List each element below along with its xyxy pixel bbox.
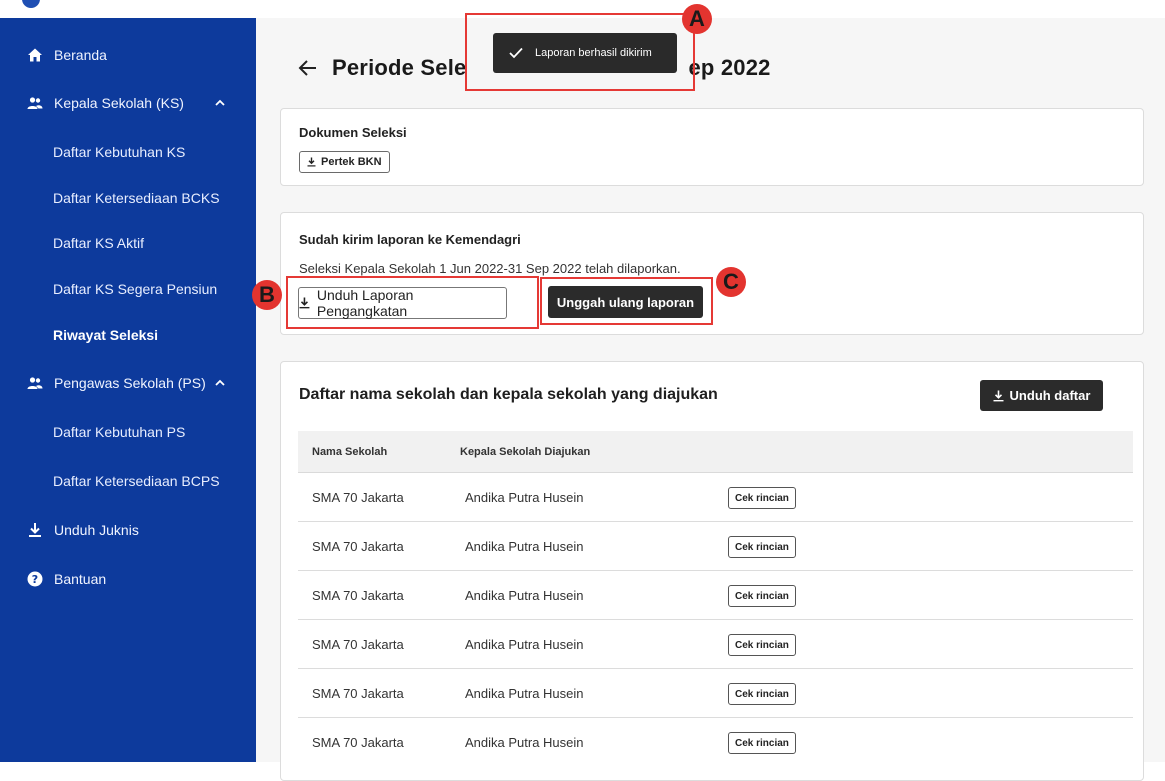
chevron-up-icon[interactable] bbox=[214, 97, 226, 109]
cek-rincian-button[interactable]: Cek rincian bbox=[728, 536, 796, 558]
help-icon: ? bbox=[27, 571, 43, 587]
button-label: Unduh daftar bbox=[1009, 388, 1091, 403]
annotation-box-a bbox=[465, 13, 695, 91]
school-name: SMA 70 Jakarta bbox=[312, 735, 404, 750]
table-row: SMA 70 Jakarta Andika Putra Husein Cek r… bbox=[298, 571, 1133, 620]
cek-rincian-button[interactable]: Cek rincian bbox=[728, 487, 796, 509]
sidebar-sub-item[interactable]: Daftar KS Segera Pensiun bbox=[53, 281, 217, 297]
unduh-daftar-button[interactable]: Unduh daftar bbox=[980, 380, 1103, 411]
head-name: Andika Putra Husein bbox=[465, 539, 584, 554]
table-row: SMA 70 Jakarta Andika Putra Husein Cek r… bbox=[298, 718, 1133, 762]
section-title: Daftar nama sekolah dan kepala sekolah y… bbox=[299, 386, 718, 403]
school-name: SMA 70 Jakarta bbox=[312, 686, 404, 701]
annotation-badge-a: A bbox=[682, 4, 712, 34]
head-name: Andika Putra Husein bbox=[465, 588, 584, 603]
table-row: SMA 70 Jakarta Andika Putra Husein Cek r… bbox=[298, 522, 1133, 571]
head-name: Andika Putra Husein bbox=[465, 490, 584, 505]
sidebar-item-beranda[interactable]: Beranda bbox=[0, 45, 256, 65]
sidebar-sub-item[interactable]: Daftar Kebutuhan KS bbox=[53, 144, 185, 160]
button-label: Pertek BKN bbox=[321, 156, 382, 168]
download-icon bbox=[993, 390, 1004, 401]
annotation-badge-b: B bbox=[252, 280, 282, 310]
sidebar-sub-item[interactable]: Daftar KS Aktif bbox=[53, 235, 144, 251]
sidebar-item-bantuan[interactable]: ? Bantuan bbox=[0, 569, 256, 589]
app-logo bbox=[22, 0, 40, 8]
column-header: Nama Sekolah bbox=[312, 446, 388, 458]
sidebar-sub-item[interactable]: Daftar Ketersediaan BCKS bbox=[53, 190, 220, 206]
download-icon bbox=[27, 522, 43, 538]
school-name: SMA 70 Jakarta bbox=[312, 539, 404, 554]
annotation-box-c bbox=[540, 277, 713, 325]
cek-rincian-button[interactable]: Cek rincian bbox=[728, 683, 796, 705]
school-name: SMA 70 Jakarta bbox=[312, 637, 404, 652]
download-icon bbox=[307, 157, 316, 167]
sidebar-item-label: Beranda bbox=[54, 47, 107, 63]
cek-rincian-button[interactable]: Cek rincian bbox=[728, 585, 796, 607]
cek-rincian-button[interactable]: Cek rincian bbox=[728, 732, 796, 754]
head-name: Andika Putra Husein bbox=[465, 686, 584, 701]
pertek-bkn-button[interactable]: Pertek BKN bbox=[299, 151, 390, 173]
chevron-up-icon[interactable] bbox=[214, 377, 226, 389]
table-row: SMA 70 Jakarta Andika Putra Husein Cek r… bbox=[298, 669, 1133, 718]
column-header: Kepala Sekolah Diajukan bbox=[460, 446, 591, 458]
card-title: Sudah kirim laporan ke Kemendagri bbox=[299, 232, 521, 247]
svg-text:?: ? bbox=[32, 573, 38, 586]
sidebar-item-label: Kepala Sekolah (KS) bbox=[54, 95, 184, 111]
head-name: Andika Putra Husein bbox=[465, 735, 584, 750]
card-title: Dokumen Seleksi bbox=[299, 125, 407, 140]
sidebar-item-pengawas-sekolah[interactable]: Pengawas Sekolah (PS) bbox=[0, 373, 256, 393]
annotation-badge-c: C bbox=[716, 267, 746, 297]
people-icon bbox=[27, 375, 43, 391]
cek-rincian-button[interactable]: Cek rincian bbox=[728, 634, 796, 656]
sidebar-sub-item[interactable]: Daftar Kebutuhan PS bbox=[53, 424, 185, 440]
table-header: Nama Sekolah Kepala Sekolah Diajukan bbox=[298, 431, 1133, 473]
people-icon bbox=[27, 95, 43, 111]
table-row: SMA 70 Jakarta Andika Putra Husein Cek r… bbox=[298, 620, 1133, 669]
sidebar-item-unduh-juknis[interactable]: Unduh Juknis bbox=[0, 520, 256, 540]
school-name: SMA 70 Jakarta bbox=[312, 490, 404, 505]
sidebar-item-kepala-sekolah[interactable]: Kepala Sekolah (KS) bbox=[0, 93, 256, 113]
sidebar-item-label: Bantuan bbox=[54, 571, 107, 587]
back-arrow-icon[interactable] bbox=[296, 56, 320, 80]
annotation-box-b bbox=[286, 276, 539, 329]
dokumen-seleksi-card bbox=[280, 108, 1144, 186]
sidebar-item-label: Pengawas Sekolah (PS) bbox=[54, 375, 206, 391]
home-icon bbox=[27, 47, 43, 63]
school-name: SMA 70 Jakarta bbox=[312, 588, 404, 603]
sidebar-sub-item[interactable]: Daftar Ketersediaan BCPS bbox=[53, 473, 220, 489]
table-row: SMA 70 Jakarta Andika Putra Husein Cek r… bbox=[298, 473, 1133, 522]
sidebar-sub-item-active[interactable]: Riwayat Seleksi bbox=[53, 327, 158, 343]
sidebar-item-label: Unduh Juknis bbox=[54, 522, 139, 538]
laporan-description: Seleksi Kepala Sekolah 1 Jun 2022-31 Sep… bbox=[299, 261, 681, 276]
sidebar: Beranda Kepala Sekolah (KS) Daftar Kebut… bbox=[0, 18, 256, 762]
head-name: Andika Putra Husein bbox=[465, 637, 584, 652]
